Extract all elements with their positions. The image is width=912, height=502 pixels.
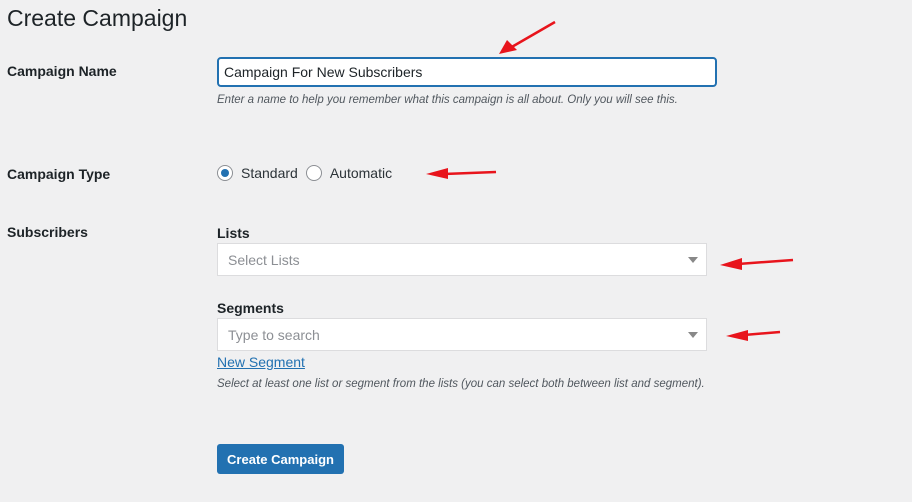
campaign-type-radio-group: Standard Automatic	[217, 165, 400, 181]
annotation-arrow-icon	[726, 330, 781, 341]
radio-unchecked-icon[interactable]	[305, 165, 322, 181]
create-campaign-button[interactable]: Create Campaign	[217, 444, 344, 474]
page-title: Create Campaign	[7, 5, 188, 31]
lists-placeholder: Select Lists	[228, 251, 300, 268]
segments-label: Segments	[217, 300, 284, 316]
segments-select[interactable]: Type to search	[217, 318, 707, 351]
annotation-arrow-icon	[426, 168, 497, 179]
radio-automatic[interactable]: Automatic	[305, 165, 393, 181]
segments-placeholder: Type to search	[228, 326, 320, 343]
annotation-arrow-icon	[720, 258, 794, 270]
campaign-name-label: Campaign Name	[7, 63, 117, 79]
campaign-name-input[interactable]	[217, 57, 717, 87]
chevron-down-icon[interactable]	[688, 332, 698, 338]
lists-select[interactable]: Select Lists	[217, 243, 707, 276]
campaign-type-label: Campaign Type	[7, 166, 111, 182]
radio-standard[interactable]: Standard	[217, 165, 298, 181]
campaign-name-help: Enter a name to help you remember what t…	[217, 94, 678, 106]
radio-checked-icon[interactable]	[217, 165, 233, 181]
annotation-arrow-icon	[499, 20, 556, 54]
new-segment-link[interactable]: New Segment	[217, 354, 305, 370]
radio-automatic-label: Automatic	[329, 165, 393, 181]
subscribers-help: Select at least one list or segment from…	[217, 378, 705, 390]
radio-standard-label: Standard	[241, 165, 298, 181]
lists-label: Lists	[217, 225, 250, 241]
chevron-down-icon[interactable]	[688, 257, 698, 263]
subscribers-label: Subscribers	[7, 224, 88, 240]
